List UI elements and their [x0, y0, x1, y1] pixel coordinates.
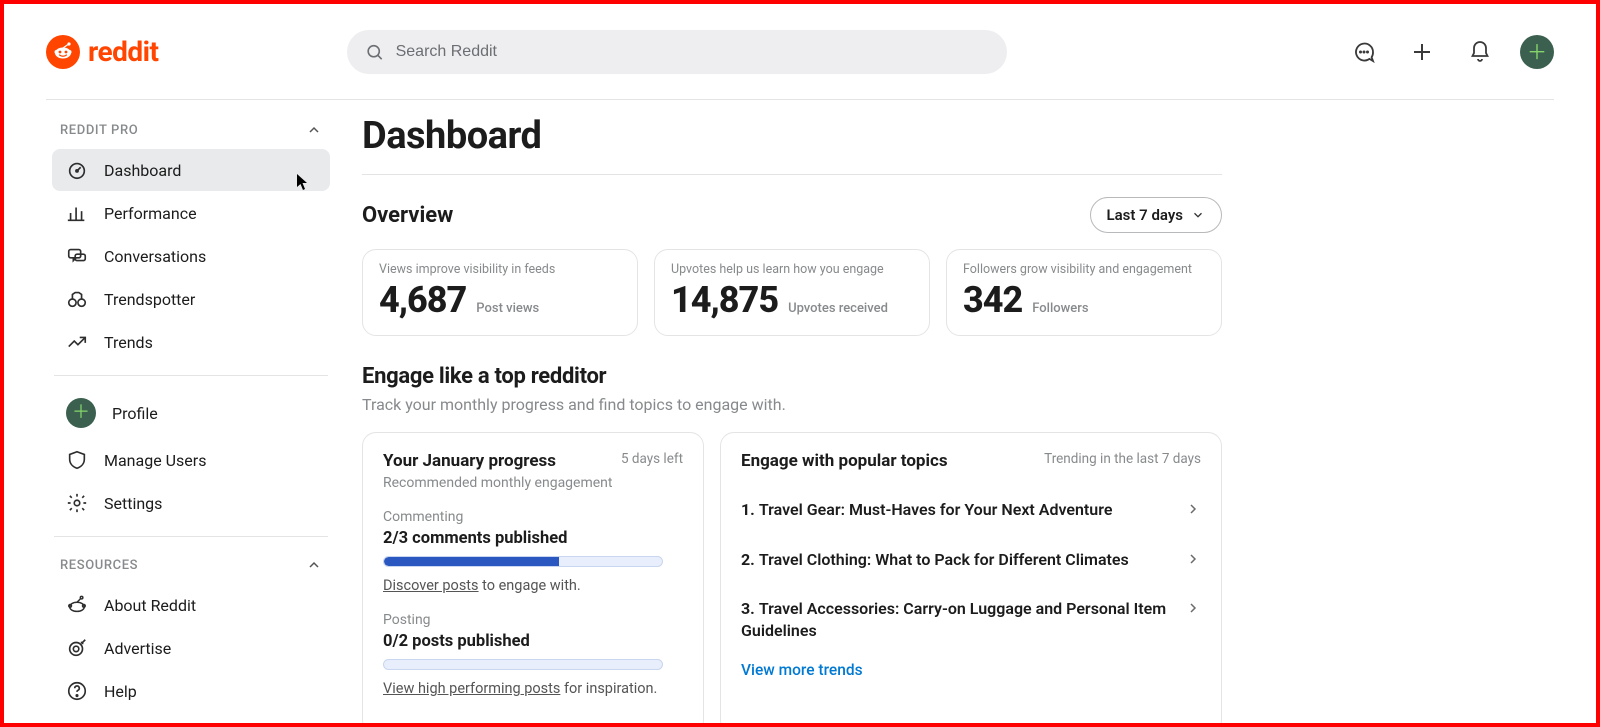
sidebar-item-help[interactable]: Help: [52, 670, 330, 712]
chat-icon[interactable]: [1346, 34, 1382, 70]
bar-chart-icon: [66, 202, 88, 224]
chevron-right-icon: [1185, 551, 1201, 567]
snoo-outline-icon: [66, 594, 88, 616]
sidebar-item-settings[interactable]: Settings: [52, 482, 330, 524]
stat-unit: Upvotes received: [788, 301, 888, 316]
shield-icon: [66, 449, 88, 471]
commenting-value: 2/3 comments published: [383, 529, 683, 548]
sidebar-item-trendspotter[interactable]: Trendspotter: [52, 278, 330, 320]
search-bar[interactable]: [347, 30, 1007, 74]
chat-bubbles-icon: [66, 245, 88, 267]
app-header: reddit ＋: [46, 4, 1554, 100]
commenting-helper: Discover posts to engage with.: [383, 577, 683, 594]
chevron-up-icon: [306, 122, 322, 138]
sidebar-item-label: Trends: [104, 333, 153, 352]
stat-unit: Post views: [476, 301, 539, 316]
overview-title: Overview: [362, 203, 453, 228]
sidebar-item-conversations[interactable]: Conversations: [52, 235, 330, 277]
sidebar-item-label: Performance: [104, 204, 197, 223]
brand-name: reddit: [88, 35, 159, 68]
engage-subtitle: Track your monthly progress and find top…: [362, 395, 1554, 414]
help-icon: [66, 680, 88, 702]
stat-hint: Views improve visibility in feeds: [379, 262, 621, 277]
topic-text: Travel Gear: Must-Haves for Your Next Ad…: [759, 500, 1113, 519]
topics-meta: Trending in the last 7 days: [1044, 451, 1201, 467]
gear-icon: [66, 492, 88, 514]
sidebar-item-trends[interactable]: Trends: [52, 321, 330, 363]
main-content: Dashboard Overview Last 7 days Views imp…: [336, 100, 1554, 723]
sidebar-item-label: Advertise: [104, 639, 171, 658]
create-post-icon[interactable]: [1404, 34, 1440, 70]
topic-item[interactable]: 3.Travel Accessories: Carry-on Luggage a…: [741, 584, 1201, 655]
topics-panel: Engage with popular topics Trending in t…: [720, 432, 1222, 723]
plus-icon: ＋: [1527, 42, 1547, 62]
posting-progress-bar: [383, 659, 663, 670]
sidebar-section-resources[interactable]: RESOURCES: [46, 549, 336, 583]
sidebar-item-label: Manage Users: [104, 451, 206, 470]
chevron-down-icon: [1191, 208, 1205, 222]
sidebar: REDDIT PRO Dashboard Performance Convers…: [46, 100, 336, 723]
stat-card-followers: Followers grow visibility and engagement…: [946, 249, 1222, 336]
sidebar-item-label: Trendspotter: [104, 290, 195, 309]
topic-text: Travel Clothing: What to Pack for Differ…: [759, 550, 1129, 569]
search-input[interactable]: [394, 42, 989, 62]
target-icon: [66, 637, 88, 659]
sidebar-item-label: About Reddit: [104, 596, 196, 615]
snoo-icon: [46, 35, 80, 69]
stat-card-upvotes: Upvotes help us learn how you engage 14,…: [654, 249, 930, 336]
stat-value: 342: [963, 279, 1022, 321]
sidebar-item-manage-users[interactable]: Manage Users: [52, 439, 330, 481]
posting-label: Posting: [383, 612, 683, 628]
sidebar-item-about[interactable]: About Reddit: [52, 584, 330, 626]
sidebar-item-label: Dashboard: [104, 161, 181, 180]
stat-unit: Followers: [1032, 301, 1088, 316]
view-more-trends-link[interactable]: View more trends: [741, 661, 1201, 679]
sidebar-item-advertise[interactable]: Advertise: [52, 627, 330, 669]
sidebar-item-label: Settings: [104, 494, 162, 513]
stat-hint: Followers grow visibility and engagement: [963, 262, 1205, 277]
sidebar-section-label: RESOURCES: [60, 558, 138, 573]
topic-item[interactable]: 2.Travel Clothing: What to Pack for Diff…: [741, 535, 1201, 585]
avatar[interactable]: ＋: [1520, 35, 1554, 69]
chevron-right-icon: [1185, 600, 1201, 616]
stat-hint: Upvotes help us learn how you engage: [671, 262, 913, 277]
stat-value: 14,875: [671, 279, 778, 321]
trend-up-icon: [66, 331, 88, 353]
posting-value: 0/2 posts published: [383, 632, 683, 651]
gauge-icon: [66, 159, 88, 181]
sidebar-item-label: Help: [104, 682, 137, 701]
topic-item[interactable]: 1.Travel Gear: Must-Haves for Your Next …: [741, 485, 1201, 535]
view-high-performing-link[interactable]: View high performing posts: [383, 680, 560, 697]
stat-card-post-views: Views improve visibility in feeds 4,687 …: [362, 249, 638, 336]
chevron-up-icon: [306, 557, 322, 573]
sidebar-item-label: Profile: [112, 404, 158, 423]
engage-title: Engage like a top redditor: [362, 364, 1554, 389]
progress-days-left: 5 days left: [621, 451, 683, 467]
sidebar-section-label: REDDIT PRO: [60, 123, 138, 138]
sidebar-item-performance[interactable]: Performance: [52, 192, 330, 234]
notifications-icon[interactable]: [1462, 34, 1498, 70]
sidebar-item-label: Conversations: [104, 247, 206, 266]
sidebar-section-pro[interactable]: REDDIT PRO: [46, 114, 336, 148]
discover-posts-link[interactable]: Discover posts: [383, 577, 479, 594]
reddit-logo[interactable]: reddit: [46, 35, 159, 69]
topics-title: Engage with popular topics: [741, 451, 948, 471]
commenting-label: Commenting: [383, 509, 683, 525]
date-range-label: Last 7 days: [1107, 206, 1184, 224]
topic-text: Travel Accessories: Carry-on Luggage and…: [741, 599, 1166, 640]
commenting-progress-bar: [383, 556, 663, 567]
progress-title: Your January progress: [383, 451, 556, 471]
progress-panel: Your January progress 5 days left Recomm…: [362, 432, 704, 723]
binoculars-icon: [66, 288, 88, 310]
sidebar-item-profile[interactable]: ＋ Profile: [52, 388, 330, 438]
date-range-selector[interactable]: Last 7 days: [1090, 197, 1223, 233]
sidebar-item-dashboard[interactable]: Dashboard: [52, 149, 330, 191]
chevron-right-icon: [1185, 501, 1201, 517]
page-title: Dashboard: [362, 114, 1554, 158]
progress-subtitle: Recommended monthly engagement: [383, 475, 683, 491]
avatar-icon: ＋: [66, 398, 96, 428]
search-icon: [365, 42, 384, 62]
posting-helper: View high performing posts for inspirati…: [383, 680, 683, 697]
stat-value: 4,687: [379, 279, 466, 321]
